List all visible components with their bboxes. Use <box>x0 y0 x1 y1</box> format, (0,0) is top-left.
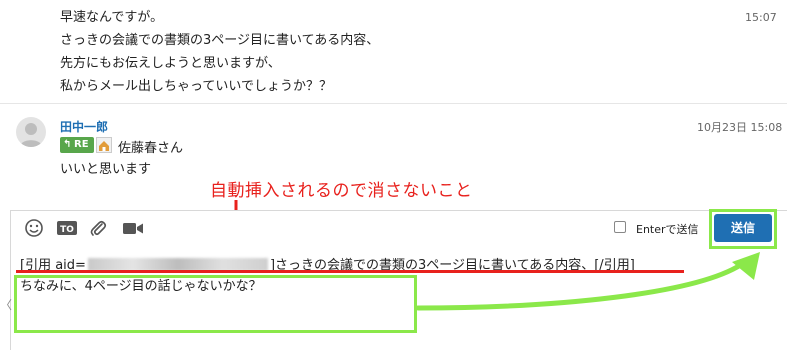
svg-text:TO: TO <box>60 225 74 235</box>
home-avatar-icon <box>96 137 112 153</box>
message-line: 私からメール出しちゃっていいでしょうか？？ <box>60 79 332 94</box>
reply-badge[interactable]: ↰ RE <box>60 137 94 153</box>
reply-arrow-icon: ↰ <box>63 139 72 150</box>
message-body: いいと思います <box>60 162 152 177</box>
reply-badge-label: RE <box>74 139 89 150</box>
message-line: 早速なんですが。 <box>60 10 164 25</box>
avatar[interactable] <box>16 117 46 147</box>
message-author[interactable]: 田中一郎 <box>60 118 108 135</box>
message-line: さっきの会議での書類の3ページ目に書いてある内容、 <box>60 33 380 48</box>
enter-to-send-checkbox[interactable] <box>614 221 626 233</box>
attachment-icon[interactable] <box>88 218 108 238</box>
message-previous: 早速なんですが。 さっきの会議での書類の3ページ目に書いてある内容、 先方にもお… <box>0 0 787 100</box>
annotation-text: 自動挿入されるので消さないこと <box>210 181 473 201</box>
message-timestamp: 15:07 <box>745 11 777 24</box>
emoji-icon[interactable] <box>24 218 44 238</box>
message-divider <box>0 103 787 104</box>
highlight-arrow-icon <box>415 252 760 311</box>
message-line: 先方にもお伝えしようと思いますが、 <box>60 56 281 71</box>
chevron-left-icon[interactable]: 〈 <box>0 296 12 313</box>
video-icon[interactable] <box>122 218 143 238</box>
send-button[interactable]: 送信 <box>714 214 772 242</box>
reply-recipient: 佐藤春さん <box>118 141 184 156</box>
message-timestamp: 10月23日 15:08 <box>697 121 783 134</box>
enter-to-send-label[interactable]: Enterで送信 <box>636 221 699 237</box>
user-avatar-icon <box>20 123 42 147</box>
to-icon[interactable]: TO <box>56 218 77 238</box>
typed-text-highlight <box>14 275 417 333</box>
